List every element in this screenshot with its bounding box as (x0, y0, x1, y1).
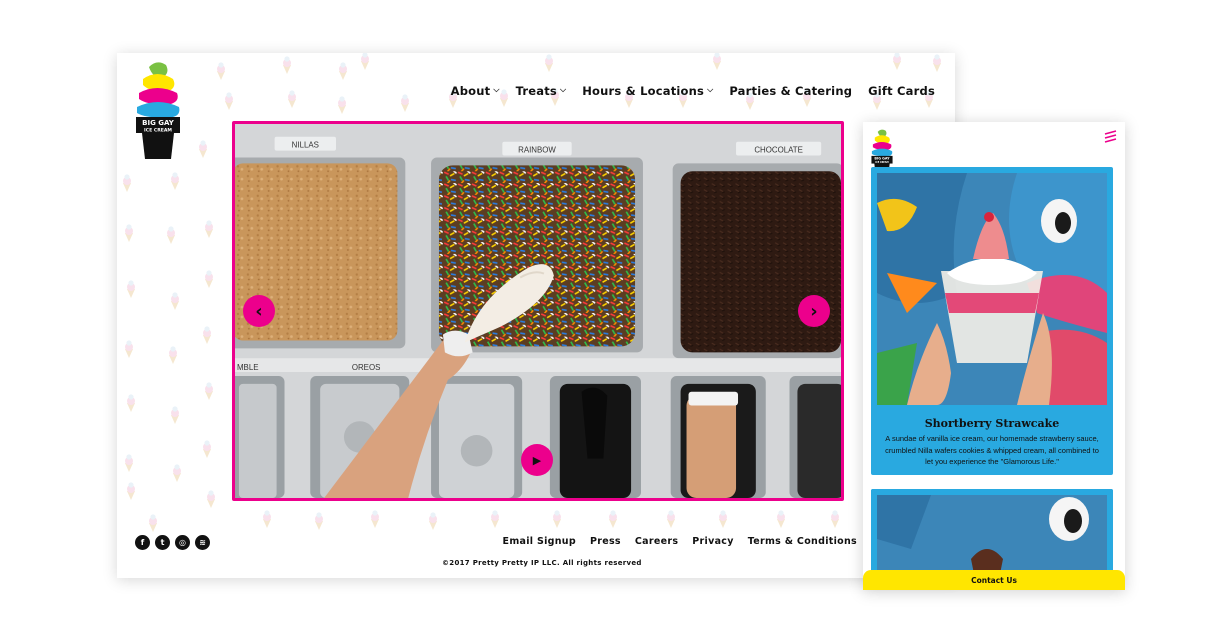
bin-label-mble: MBLE (237, 363, 259, 372)
nav-item-about[interactable]: About ⌵ (451, 84, 500, 98)
footer-links: Email Signup Press Careers Privacy Terms… (503, 536, 857, 547)
nav-item-parties-catering[interactable]: Parties & Catering (729, 84, 852, 98)
logo-line2-text: ICE CREAM (875, 161, 888, 164)
desktop-mockup: BIG GAY ICE CREAM About ⌵ Treats ⌵ Hours… (117, 53, 955, 578)
chevron-down-icon: ⌵ (559, 85, 567, 94)
instagram-icon[interactable]: ◎ (175, 535, 190, 550)
nav-item-hours-locations[interactable]: Hours & Locations ⌵ (582, 84, 713, 98)
treat-title: Shortberry Strawcake (924, 417, 1060, 430)
nav-item-treats[interactable]: Treats ⌵ (516, 84, 567, 98)
copyright-text: ©2017 Pretty Pretty IP LLC. All rights r… (442, 559, 642, 567)
chevron-right-icon: › (810, 300, 818, 322)
footer-link-terms-conditions[interactable]: Terms & Conditions (748, 536, 857, 547)
nav-item-label: Gift Cards (868, 84, 935, 98)
logo-line2-text: ICE CREAM (144, 128, 172, 134)
chevron-down-icon: ⌵ (493, 85, 500, 94)
logo[interactable]: BIG GAY ICE CREAM (133, 59, 183, 163)
facebook-icon[interactable]: f (135, 535, 150, 550)
mobile-mockup: BIG GAY ICE CREAM Shortberry Strawcake A… (863, 122, 1125, 590)
social-links: f t ◎ ≋ (135, 535, 210, 550)
carousel-next-button[interactable]: › (798, 295, 830, 327)
footer-link-careers[interactable]: Careers (635, 536, 678, 547)
treat-photo (877, 173, 1107, 405)
nav-item-gift-cards[interactable]: Gift Cards (868, 84, 935, 98)
main-nav: About ⌵ Treats ⌵ Hours & Locations ⌵ Par… (451, 84, 935, 98)
carousel-prev-button[interactable]: ‹ (243, 295, 275, 327)
nav-item-label: About (450, 84, 491, 98)
bin-label-oreos: OREOS (352, 363, 381, 372)
spotify-icon[interactable]: ≋ (195, 535, 210, 550)
hamburger-menu-icon[interactable] (1104, 130, 1117, 143)
treat-description: A sundae of vanilla ice cream, our homem… (885, 434, 1099, 466)
footer-link-email-signup[interactable]: Email Signup (503, 536, 576, 547)
twitter-icon[interactable]: t (155, 535, 170, 550)
treat-card[interactable]: Shortberry Strawcake A sundae of vanilla… (871, 167, 1113, 475)
treat-card-preview[interactable] (871, 489, 1113, 579)
contact-us-button[interactable]: Contact Us (863, 570, 1125, 590)
video-play-button[interactable]: ▶ (521, 444, 553, 476)
footer-link-press[interactable]: Press (590, 536, 621, 547)
bin-label-rainbow: RAINBOW (518, 146, 556, 155)
bin-label-nillas: NILLAS (292, 141, 319, 150)
logo-line1-text: BIG GAY (142, 119, 175, 127)
footer-link-privacy[interactable]: Privacy (692, 536, 733, 547)
play-icon: ▶ (532, 454, 542, 467)
chevron-down-icon: ⌵ (707, 85, 714, 94)
bin-label-chocolate: CHOCOLATE (754, 146, 803, 155)
hero-photo: NILLAS RAINBOW CHOCOLATE MBLE OREOS (235, 124, 841, 498)
nav-item-label: Parties & Catering (729, 84, 853, 98)
chevron-left-icon: ‹ (255, 300, 263, 322)
logo-line1-text: BIG GAY (874, 157, 890, 161)
nav-item-label: Hours & Locations (582, 84, 705, 98)
nav-item-label: Treats (515, 84, 557, 98)
treat-photo-preview (871, 489, 1113, 579)
